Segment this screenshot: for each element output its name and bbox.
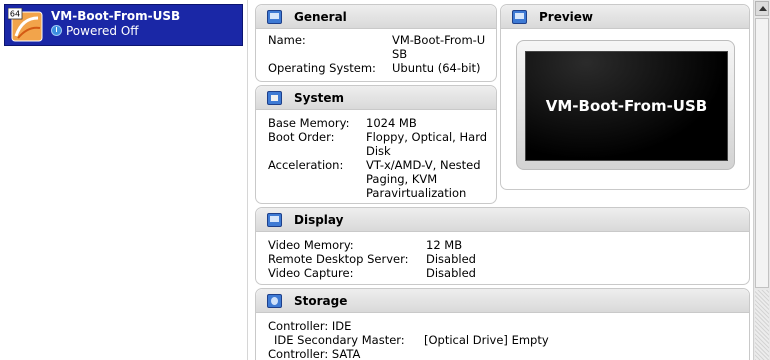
scroll-up-button[interactable]: [755, 1, 769, 16]
storage-icon: [267, 294, 282, 308]
general-name-value: VM-Boot-From-USB: [392, 33, 486, 61]
vm-state: Powered Off: [51, 24, 139, 38]
section-general: General Name: VM-Boot-From-USB Operating…: [255, 4, 497, 82]
preview-screen: VM-Boot-From-USB: [525, 51, 728, 161]
system-memory-value: 1024 MB: [366, 116, 417, 130]
display-capture-label: Video Capture:: [268, 266, 354, 280]
storage-controller-sata: Controller: SATA: [268, 347, 361, 360]
section-system-title: System: [294, 91, 344, 105]
system-accel-value: VT-x/AMD-V, Nested Paging, KVM Paravirtu…: [366, 158, 481, 200]
general-icon: [267, 10, 282, 24]
preview-icon: [512, 10, 527, 24]
general-name-label: Name:: [268, 33, 306, 47]
section-preview-header[interactable]: Preview: [501, 5, 749, 29]
section-display: Display Video Memory: 12 MB Remote Deskt…: [255, 207, 750, 285]
section-storage: Storage Controller: IDE IDE Secondary Ma…: [255, 288, 750, 360]
details-scrollbar[interactable]: [753, 0, 770, 360]
display-vram-value: 12 MB: [426, 238, 463, 252]
scroll-track[interactable]: [755, 290, 769, 360]
section-display-header[interactable]: Display: [256, 208, 749, 232]
section-general-title: General: [294, 10, 347, 24]
display-icon: [267, 213, 282, 227]
section-storage-title: Storage: [294, 294, 348, 308]
general-os-value: Ubuntu (64-bit): [392, 61, 481, 75]
system-icon: [267, 91, 282, 105]
badge-64: 64: [10, 10, 20, 19]
display-capture-value: Disabled: [426, 266, 476, 280]
os-ubuntu-64-icon: 64: [8, 8, 43, 42]
vm-state-label: Powered Off: [66, 24, 139, 38]
vm-list-item[interactable]: 64 VM-Boot-From-USB Powered Off: [4, 4, 243, 46]
section-system: System Base Memory: 1024 MB Boot Order: …: [255, 85, 497, 204]
virtualbox-manager: 64 VM-Boot-From-USB Powered Off General …: [0, 0, 770, 360]
system-boot-value: Floppy, Optical, Hard Disk: [366, 130, 488, 158]
section-system-header[interactable]: System: [256, 86, 496, 110]
vm-list: 64 VM-Boot-From-USB Powered Off: [0, 0, 248, 360]
system-memory-label: Base Memory:: [268, 116, 350, 130]
storage-ide-secondary-label: IDE Secondary Master:: [274, 333, 405, 347]
system-accel-label: Acceleration:: [268, 158, 344, 172]
vm-name: VM-Boot-From-USB: [51, 9, 181, 23]
power-off-icon: [51, 25, 62, 36]
display-rds-label: Remote Desktop Server:: [268, 252, 409, 266]
storage-ide-secondary-value: [Optical Drive] Empty: [424, 333, 549, 347]
details-pane: General Name: VM-Boot-From-USB Operating…: [250, 0, 752, 360]
storage-controller-ide: Controller: IDE: [268, 319, 352, 333]
display-vram-label: Video Memory:: [268, 238, 354, 252]
section-preview: Preview VM-Boot-From-USB: [500, 4, 750, 190]
section-preview-title: Preview: [539, 10, 594, 24]
system-boot-label: Boot Order:: [268, 130, 335, 144]
preview-frame: VM-Boot-From-USB: [516, 40, 735, 170]
section-general-header[interactable]: General: [256, 5, 496, 29]
section-display-title: Display: [294, 213, 344, 227]
display-rds-value: Disabled: [426, 252, 476, 266]
general-os-label: Operating System:: [268, 61, 376, 75]
section-storage-header[interactable]: Storage: [256, 289, 749, 313]
scroll-thumb[interactable]: [755, 18, 769, 288]
